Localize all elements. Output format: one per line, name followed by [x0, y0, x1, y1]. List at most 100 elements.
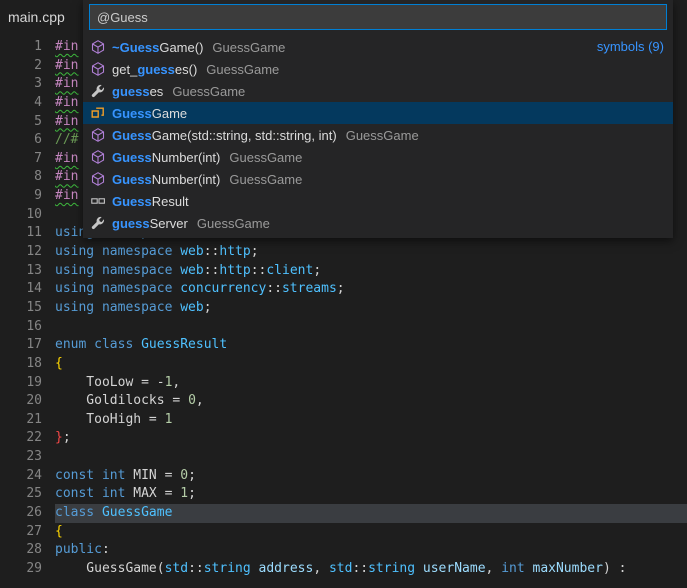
- code-line[interactable]: 15 using namespace web;: [0, 299, 687, 318]
- line-content: class GuessGame: [55, 504, 687, 523]
- symbol-label: GuessNumber(int): [112, 150, 220, 165]
- line-number: 6: [0, 131, 42, 150]
- line-content: using namespace web::http;: [55, 243, 687, 262]
- symbol-list-item[interactable]: ~GuessGame()GuessGamesymbols (9): [83, 36, 673, 58]
- line-number: 27: [0, 523, 42, 542]
- symbol-list-item[interactable]: GuessNumber(int) GuessGame: [83, 146, 673, 168]
- quick-open-input-wrap: [83, 0, 673, 32]
- line-number: 9: [0, 187, 42, 206]
- line-content: using namespace web;: [55, 299, 687, 318]
- line-number: 26: [0, 504, 42, 523]
- symbol-list-item[interactable]: GuessGame(std::string, std::string, int)…: [83, 124, 673, 146]
- line-content: GuessGame(std::string address, std::stri…: [55, 560, 687, 579]
- line-number: 15: [0, 299, 42, 318]
- code-line[interactable]: 25 const int MAX = 1;: [0, 485, 687, 504]
- code-line[interactable]: 19 TooLow = -1,: [0, 374, 687, 393]
- symbol-label: GuessGame: [112, 106, 187, 121]
- symbol-container-name: GuessGame: [206, 62, 279, 77]
- line-number: 21: [0, 411, 42, 430]
- line-content: const int MAX = 1;: [55, 485, 687, 504]
- code-line[interactable]: 17 enum class GuessResult: [0, 336, 687, 355]
- code-line[interactable]: 24const int MIN = 0;: [0, 467, 687, 486]
- line-content: {: [55, 355, 687, 374]
- symbol-list: ~GuessGame()GuessGamesymbols (9)get_gues…: [83, 36, 673, 234]
- line-content: [55, 448, 687, 467]
- symbol-label: get_guesses(): [112, 62, 197, 77]
- line-number: 5: [0, 113, 42, 132]
- line-number: 11: [0, 224, 42, 243]
- code-line[interactable]: 27 {: [0, 523, 687, 542]
- line-content: [55, 318, 687, 337]
- symbol-method-icon: [90, 61, 106, 77]
- symbol-search-input[interactable]: [89, 4, 667, 30]
- code-line[interactable]: 21 TooHigh = 1: [0, 411, 687, 430]
- code-line[interactable]: 29 GuessGame(std::string address, std::s…: [0, 560, 687, 579]
- symbol-enum-icon: [90, 193, 106, 209]
- line-number: 22: [0, 429, 42, 448]
- line-number: 1: [0, 38, 42, 57]
- line-number: 2: [0, 57, 42, 76]
- line-number: 25: [0, 485, 42, 504]
- line-number: 24: [0, 467, 42, 486]
- line-number: 17: [0, 336, 42, 355]
- quick-open-panel: ~GuessGame()GuessGamesymbols (9)get_gues…: [83, 0, 673, 238]
- symbol-container-name: GuessGame: [346, 128, 419, 143]
- line-content: TooHigh = 1: [55, 411, 687, 430]
- line-number: 7: [0, 150, 42, 169]
- symbol-label: GuessGame(std::string, std::string, int): [112, 128, 337, 143]
- line-number: 4: [0, 94, 42, 113]
- line-number: 12: [0, 243, 42, 262]
- symbol-method-icon: [90, 171, 106, 187]
- symbol-class-icon: [90, 105, 106, 121]
- code-line[interactable]: 23: [0, 448, 687, 467]
- symbol-container-name: GuessGame: [229, 172, 302, 187]
- line-number: 20: [0, 392, 42, 411]
- line-content: Goldilocks = 0,: [55, 392, 687, 411]
- line-number: 29: [0, 560, 42, 579]
- line-content: public:: [55, 541, 687, 560]
- symbol-method-icon: [90, 39, 106, 55]
- symbol-property-icon: [90, 215, 106, 231]
- line-content: using namespace web::http::client;: [55, 262, 687, 281]
- symbol-container-name: GuessGame: [197, 216, 270, 231]
- line-content: enum class GuessResult: [55, 336, 687, 355]
- line-number: 13: [0, 262, 42, 281]
- symbol-list-item[interactable]: GuessGame: [83, 102, 673, 124]
- code-line[interactable]: 28public:: [0, 541, 687, 560]
- symbol-list-item[interactable]: guessServer GuessGame: [83, 212, 673, 234]
- symbol-list-item[interactable]: get_guesses() GuessGame: [83, 58, 673, 80]
- line-number: 16: [0, 318, 42, 337]
- symbol-method-icon: [90, 127, 106, 143]
- code-line[interactable]: 26 class GuessGame: [0, 504, 687, 523]
- code-line[interactable]: 16: [0, 318, 687, 337]
- line-number: 23: [0, 448, 42, 467]
- symbol-container-name: GuessGame: [172, 84, 245, 99]
- code-line[interactable]: 14 using namespace concurrency::streams;: [0, 280, 687, 299]
- symbol-container-name: GuessGame: [212, 40, 285, 55]
- code-line[interactable]: 12 using namespace web::http;: [0, 243, 687, 262]
- tab-main-cpp[interactable]: main.cpp: [8, 9, 65, 25]
- line-number: 14: [0, 280, 42, 299]
- symbol-container-name: GuessGame: [229, 150, 302, 165]
- line-content: };: [55, 429, 687, 448]
- line-number: 3: [0, 75, 42, 94]
- symbols-count-badge: symbols (9): [597, 36, 664, 58]
- line-number: 18: [0, 355, 42, 374]
- line-number: 19: [0, 374, 42, 393]
- line-content: {: [55, 523, 687, 542]
- line-content: TooLow = -1,: [55, 374, 687, 393]
- symbol-label: guessServer: [112, 216, 188, 231]
- code-line[interactable]: 20 Goldilocks = 0,: [0, 392, 687, 411]
- symbol-list-item[interactable]: GuessResult: [83, 190, 673, 212]
- symbol-property-icon: [90, 83, 106, 99]
- symbol-label: GuessResult: [112, 194, 189, 209]
- code-line[interactable]: 22};: [0, 429, 687, 448]
- code-line[interactable]: 13 using namespace web::http::client;: [0, 262, 687, 281]
- symbol-label: guesses: [112, 84, 163, 99]
- code-line[interactable]: 18 {: [0, 355, 687, 374]
- line-content: using namespace concurrency::streams;: [55, 280, 687, 299]
- symbol-list-item[interactable]: guesses GuessGame: [83, 80, 673, 102]
- symbol-list-item[interactable]: GuessNumber(int)GuessGame: [83, 168, 673, 190]
- line-number: 8: [0, 168, 42, 187]
- line-number: 10: [0, 206, 42, 225]
